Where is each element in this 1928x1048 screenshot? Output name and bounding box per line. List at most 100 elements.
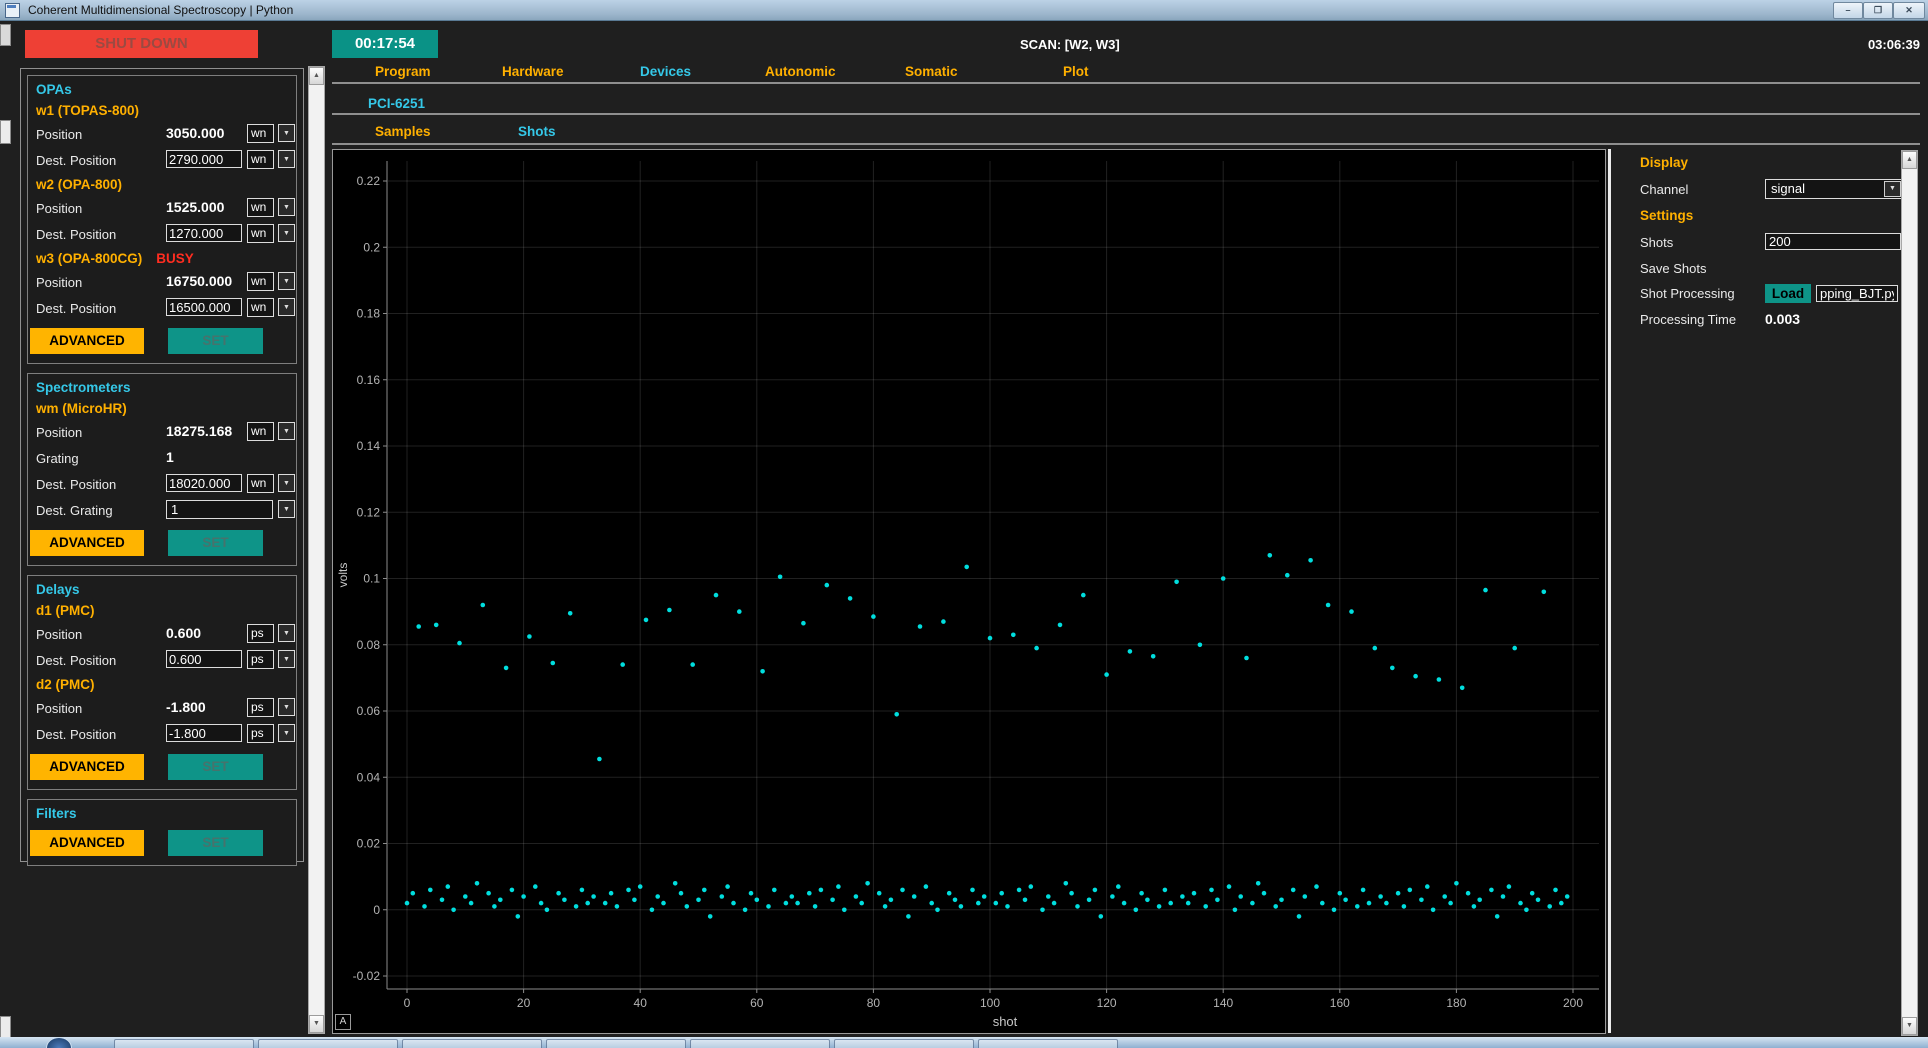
data-point (830, 898, 835, 903)
data-point (1367, 901, 1372, 906)
dest-grating-select[interactable]: 1 (166, 500, 273, 519)
unit-select[interactable]: wn (247, 422, 274, 441)
advanced-button[interactable]: ADVANCED (30, 530, 144, 556)
channel-select[interactable]: signal ▼ (1765, 179, 1903, 199)
data-point (1180, 894, 1185, 899)
dest-position-input[interactable] (166, 150, 242, 168)
tab-program[interactable]: Program (375, 64, 431, 79)
shots-scatter-plot[interactable]: 0.220.20.180.160.140.120.10.080.060.040.… (333, 150, 1605, 1033)
shot-processing-file-input[interactable] (1816, 285, 1898, 302)
chevron-down-icon[interactable]: ▼ (278, 624, 295, 642)
scroll-up-icon[interactable]: ▲ (1902, 151, 1917, 169)
load-script-button[interactable]: Load (1765, 284, 1811, 303)
unit-select[interactable]: ps (247, 724, 274, 743)
tab-devices[interactable]: Devices (640, 64, 691, 79)
data-point (597, 757, 602, 762)
dest-position-input[interactable] (166, 224, 242, 242)
tab-hardware[interactable]: Hardware (502, 64, 564, 79)
data-point (1349, 609, 1354, 614)
unit-select[interactable]: wn (247, 124, 274, 143)
device-row: Position-1.800ps▼ (28, 696, 296, 722)
advanced-button[interactable]: ADVANCED (30, 830, 144, 856)
chevron-down-icon[interactable]: ▼ (278, 124, 295, 142)
runtime-timer: 00:17:54 (332, 30, 438, 58)
set-button[interactable]: SET (168, 754, 263, 780)
shots-input[interactable] (1765, 233, 1901, 250)
tab-somatic[interactable]: Somatic (905, 64, 958, 79)
dest-position-input[interactable] (166, 724, 242, 742)
taskbar-button[interactable] (114, 1039, 254, 1048)
chevron-down-icon[interactable]: ▼ (278, 650, 295, 668)
chevron-down-icon[interactable]: ▼ (278, 298, 295, 316)
set-button[interactable]: SET (168, 328, 263, 354)
start-button[interactable] (46, 1037, 72, 1048)
scroll-down-icon[interactable]: ▼ (1902, 1017, 1917, 1035)
panel-splitter[interactable] (1608, 149, 1611, 1033)
data-point (1250, 901, 1255, 906)
taskbar-button[interactable] (978, 1039, 1118, 1048)
chevron-down-icon[interactable]: ▼ (1884, 181, 1901, 197)
right-panel-scrollbar[interactable]: ▲ ▼ (1901, 150, 1918, 1036)
set-button[interactable]: SET (168, 530, 263, 556)
y-tick-label: 0.1 (363, 572, 380, 586)
y-tick-label: 0.18 (357, 307, 381, 321)
sidebar-scrollbar[interactable]: ▲ ▼ (308, 66, 325, 1034)
data-point (434, 623, 439, 628)
data-point (1373, 646, 1378, 651)
tab-shots[interactable]: Shots (518, 124, 556, 139)
chevron-down-icon[interactable]: ▼ (278, 272, 295, 290)
tab-pci-6251[interactable]: PCI-6251 (368, 96, 425, 111)
advanced-button[interactable]: ADVANCED (30, 328, 144, 354)
taskbar[interactable] (0, 1037, 1928, 1048)
data-point (685, 904, 690, 909)
autoscale-button[interactable]: A (335, 1014, 351, 1030)
close-button[interactable]: ✕ (1893, 2, 1925, 19)
advanced-button[interactable]: ADVANCED (30, 754, 144, 780)
unit-select[interactable]: ps (247, 624, 274, 643)
taskbar-button[interactable] (690, 1039, 830, 1048)
taskbar-button[interactable] (546, 1039, 686, 1048)
shutdown-button[interactable]: SHUT DOWN (25, 30, 258, 58)
channel-label: Channel (1640, 182, 1688, 197)
dest-position-input[interactable] (166, 474, 242, 492)
unit-select[interactable]: wn (247, 198, 274, 217)
chevron-down-icon[interactable]: ▼ (278, 698, 295, 716)
unit-select[interactable]: wn (247, 150, 274, 169)
dest-position-input[interactable] (166, 298, 242, 316)
device-row: Dest. Positionwn▼ (28, 222, 296, 248)
taskbar-button[interactable] (834, 1039, 974, 1048)
dest-position-input[interactable] (166, 650, 242, 668)
unit-select[interactable]: wn (247, 298, 274, 317)
data-point (1402, 904, 1407, 909)
taskbar-button[interactable] (402, 1039, 542, 1048)
minimize-button[interactable]: – (1833, 2, 1863, 19)
y-tick-label: 0.04 (357, 770, 381, 784)
scroll-up-icon[interactable]: ▲ (309, 67, 324, 85)
device-name: w3 (OPA-800CG)BUSY (28, 248, 296, 270)
data-point (1110, 894, 1115, 899)
chevron-down-icon[interactable]: ▼ (278, 474, 295, 492)
shot-processing-label: Shot Processing (1640, 286, 1735, 301)
chevron-down-icon[interactable]: ▼ (278, 422, 295, 440)
unit-select[interactable]: wn (247, 224, 274, 243)
tab-samples[interactable]: Samples (375, 124, 431, 139)
device-row: Position1525.000wn▼ (28, 196, 296, 222)
chevron-down-icon[interactable]: ▼ (278, 224, 295, 242)
chevron-down-icon[interactable]: ▼ (278, 500, 295, 518)
tab-autonomic[interactable]: Autonomic (765, 64, 836, 79)
tab-plot[interactable]: Plot (1063, 64, 1089, 79)
unit-select[interactable]: ps (247, 698, 274, 717)
chevron-down-icon[interactable]: ▼ (278, 724, 295, 742)
data-point (1093, 888, 1098, 893)
chevron-down-icon[interactable]: ▼ (278, 198, 295, 216)
unit-select[interactable]: ps (247, 650, 274, 669)
restore-button[interactable]: ❐ (1863, 2, 1893, 19)
unit-select[interactable]: wn (247, 272, 274, 291)
chevron-down-icon[interactable]: ▼ (278, 150, 295, 168)
taskbar-button[interactable] (258, 1039, 398, 1048)
set-button[interactable]: SET (168, 830, 263, 856)
unit-select[interactable]: wn (247, 474, 274, 493)
title-bar[interactable]: Coherent Multidimensional Spectroscopy |… (0, 0, 1928, 21)
scroll-down-icon[interactable]: ▼ (309, 1015, 324, 1033)
data-point (521, 894, 526, 899)
